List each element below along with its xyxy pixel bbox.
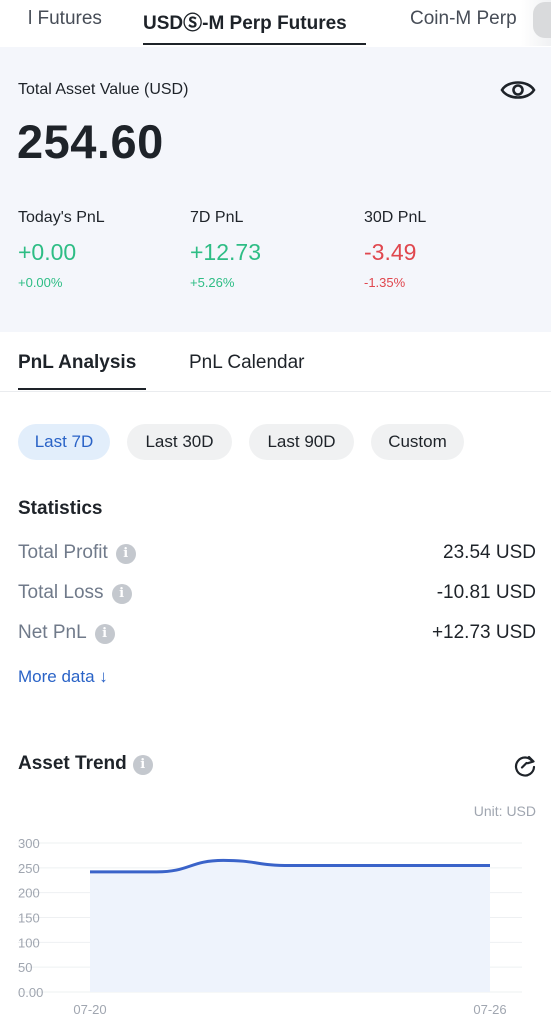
stat-label: Total Profit xyxy=(18,542,108,563)
stat-value: 23.54 USD xyxy=(443,542,536,563)
range-last-30d-button[interactable]: Last 30D xyxy=(127,424,232,460)
total-asset-label: Total Asset Value (USD) xyxy=(18,81,189,98)
chart-y-tick-label: 150 xyxy=(18,911,40,926)
stat-row-total-profit: Total Profit i 23.54 USD xyxy=(18,542,536,568)
pnl-percent: +5.26% xyxy=(190,275,235,290)
stat-label-wrap: Total Loss i xyxy=(18,582,132,604)
chart-x-tick-label: 07-20 xyxy=(73,1002,106,1017)
asset-trend-chart: 0.00 50 100 150 200 250 300 07-20 07-26 xyxy=(18,836,522,1017)
chart-y-tick-label: 100 xyxy=(18,935,40,950)
range-last-90d-button[interactable]: Last 90D xyxy=(249,424,354,460)
info-icon[interactable]: i xyxy=(94,624,115,644)
refresh-icon[interactable] xyxy=(512,753,538,779)
pnl-today: Today's PnL +0.00 +0.00% xyxy=(18,209,105,290)
chart-y-tick-label: 50 xyxy=(18,960,32,975)
stat-label: Total Loss xyxy=(18,582,104,603)
chart-y-tick-label: 200 xyxy=(18,886,40,901)
info-icon[interactable]: i xyxy=(111,584,132,604)
analysis-tabs: PnL Analysis PnL Calendar xyxy=(0,332,551,392)
stat-row-total-loss: Total Loss i -10.81 USD xyxy=(18,582,536,608)
tab-pnl-calendar[interactable]: PnL Calendar xyxy=(189,352,304,374)
asset-summary-panel: Total Asset Value (USD) 254.60 Today's P… xyxy=(0,47,551,332)
range-last-7d-button[interactable]: Last 7D xyxy=(18,424,110,460)
info-icon[interactable]: i xyxy=(115,544,136,564)
active-analysis-tab-indicator xyxy=(18,388,146,390)
more-data-link[interactable]: More data ↓ xyxy=(18,667,108,687)
tab-futures[interactable]: l Futures xyxy=(28,8,102,30)
product-tabs: l Futures USDⓈ-M Perp Futures Coin-M Per… xyxy=(0,0,551,46)
chart-y-tick-label: 0.00 xyxy=(18,985,43,1000)
chart-x-tick-label: 07-26 xyxy=(473,1002,506,1017)
asset-trend-heading: Asset Trend i xyxy=(18,753,153,775)
chart-y-tick-label: 300 xyxy=(18,836,40,851)
range-selector: Last 7D Last 30D Last 90D Custom xyxy=(0,424,551,462)
pnl-title: Today's PnL xyxy=(18,209,105,226)
info-icon[interactable]: i xyxy=(132,755,153,775)
pnl-percent: -1.35% xyxy=(364,275,406,290)
statistics-heading: Statistics xyxy=(18,498,103,519)
tab-pnl-analysis[interactable]: PnL Analysis xyxy=(18,352,136,374)
pnl-percent: +0.00% xyxy=(18,275,63,290)
stat-row-net-pnl: Net PnL i +12.73 USD xyxy=(18,622,536,648)
asset-trend-title: Asset Trend xyxy=(18,753,127,774)
pnl-value: +0.00 xyxy=(18,239,77,265)
pnl-value: +12.73 xyxy=(190,239,261,265)
stat-label: Net PnL xyxy=(18,622,87,643)
tab-coin-m-perp[interactable]: Coin-M Perp xyxy=(410,8,517,30)
pnl-value: -3.49 xyxy=(364,239,417,265)
eye-icon[interactable] xyxy=(500,77,536,103)
stat-label-wrap: Total Profit i xyxy=(18,542,136,564)
pnl-7d: 7D PnL +12.73 +5.26% xyxy=(190,209,261,290)
chart-y-tick-label: 250 xyxy=(18,861,40,876)
active-tab-indicator xyxy=(143,43,366,45)
stat-value: -10.81 USD xyxy=(436,582,536,603)
tabs-overflow-handle[interactable] xyxy=(533,2,551,38)
pnl-title: 30D PnL xyxy=(364,209,427,226)
pnl-30d: 30D PnL -3.49 -1.35% xyxy=(364,209,426,290)
stat-value: +12.73 USD xyxy=(431,622,536,643)
total-asset-value: 254.60 xyxy=(17,115,164,168)
pnl-title: 7D PnL xyxy=(190,209,244,226)
chart-area-fill xyxy=(90,860,490,992)
range-custom-button[interactable]: Custom xyxy=(371,424,464,460)
tab-usdm-perp-futures[interactable]: USDⓈ-M Perp Futures xyxy=(143,8,347,35)
stat-label-wrap: Net PnL i xyxy=(18,622,115,644)
chart-unit-label: Unit: USD xyxy=(473,803,536,819)
